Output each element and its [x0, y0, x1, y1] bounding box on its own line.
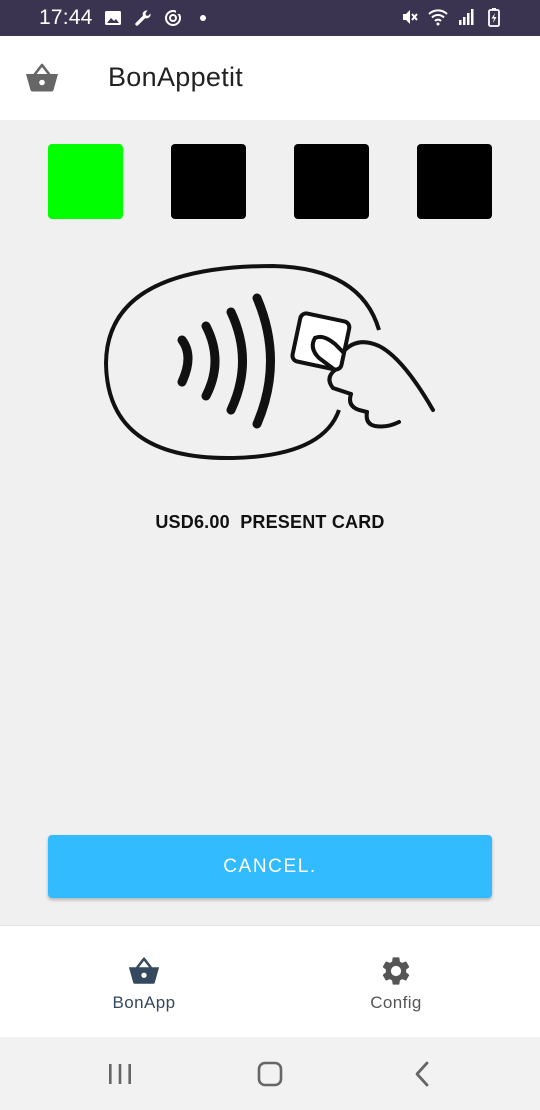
nav-item-config[interactable]: Config [261, 926, 531, 1038]
gear-icon [382, 957, 410, 985]
bottom-navigation: BonApp Config [0, 925, 540, 1037]
wifi-icon [428, 9, 448, 26]
basket-icon[interactable] [24, 60, 60, 96]
sync-icon [165, 9, 181, 26]
nav-label-bonapp: BonApp [112, 993, 176, 1012]
status-indicator-3 [294, 144, 369, 219]
system-navigation-bar [0, 1037, 540, 1110]
contactless-card-icon [103, 263, 435, 461]
status-right-icons [400, 7, 504, 27]
home-icon[interactable] [253, 1057, 287, 1091]
payment-screen: USD6.00 PRESENT CARD CANCEL. [0, 120, 540, 925]
signal-icon [459, 9, 474, 25]
recent-apps-icon[interactable] [103, 1057, 137, 1091]
image-icon [105, 11, 121, 25]
nav-label-config: Config [370, 993, 422, 1012]
dot-icon [200, 15, 206, 21]
status-time: 17:44 [39, 6, 93, 29]
status-bar: 17:44 [0, 0, 540, 36]
basket-icon [128, 957, 160, 984]
status-indicator-4 [417, 144, 492, 219]
app-bar: BonAppetit [0, 36, 540, 120]
cancel-button[interactable]: CANCEL. [48, 835, 492, 898]
wrench-icon [135, 10, 151, 26]
back-icon[interactable] [405, 1057, 439, 1091]
nav-item-bonapp[interactable]: BonApp [9, 926, 279, 1038]
status-indicator-1 [48, 144, 123, 219]
app-title: BonAppetit [108, 62, 244, 92]
mute-icon [403, 10, 418, 24]
status-indicator-2 [171, 144, 246, 219]
status-left-icons [103, 8, 213, 28]
payment-status-text: USD6.00 PRESENT CARD [155, 512, 385, 532]
battery-charging-icon [488, 8, 500, 27]
